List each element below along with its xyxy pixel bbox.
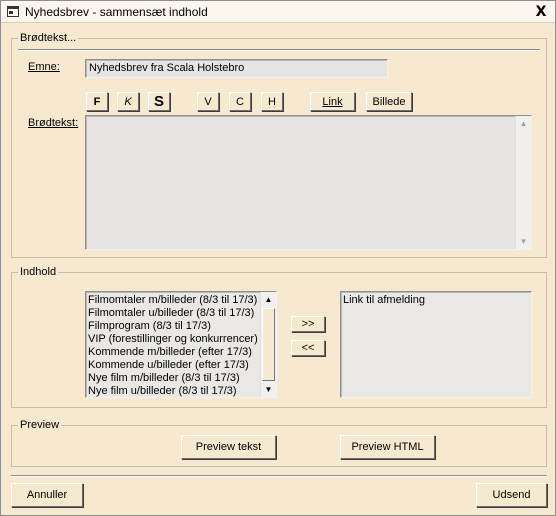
list-item[interactable]: Kommende m/billeder (efter 17/3) [86, 346, 276, 359]
window-icon [7, 6, 19, 17]
preview-text-button[interactable]: Preview tekst [181, 435, 276, 459]
available-list-scrollbar[interactable]: ▲ ▼ [260, 292, 276, 397]
list-scroll-thumb[interactable] [262, 308, 275, 381]
bold-button[interactable]: F [86, 92, 108, 111]
selected-list-items: Link til afmelding [341, 294, 531, 307]
send-label: Udsend [492, 489, 531, 501]
preview-text-label: Preview tekst [195, 441, 262, 453]
brodtekst-rule [18, 49, 540, 51]
list-item[interactable]: Kommende u/billeder (efter 17/3) [86, 359, 276, 372]
list-item[interactable]: Nye film m/billeder (8/3 til 17/3) [86, 372, 276, 385]
title-bar: Nyhedsbrev - sammensæt indhold X [1, 1, 555, 23]
preview-legend: Preview [20, 419, 60, 431]
body-label: Brødtekst: [28, 117, 79, 129]
emne-field[interactable]: Nyhedsbrev fra Scala Holstebro [85, 59, 388, 78]
footer-separator [11, 475, 547, 477]
preview-html-button[interactable]: Preview HTML [340, 435, 435, 459]
add-item-button[interactable]: >> [291, 316, 325, 332]
body-textarea[interactable]: ▲ ▼ [85, 115, 532, 250]
align-left-button[interactable]: V [197, 92, 219, 111]
window-title: Nyhedsbrev - sammensæt indhold [25, 5, 208, 19]
list-scroll-up-icon[interactable]: ▲ [261, 292, 276, 307]
close-button[interactable]: X [533, 4, 549, 20]
list-item[interactable]: Filmprogram (8/3 til 17/3) [86, 320, 276, 333]
image-button[interactable]: Billede [366, 92, 412, 111]
align-right-button[interactable]: H [261, 92, 283, 111]
available-list[interactable]: Filmomtaler m/billeder (8/3 til 17/3) Fil… [85, 291, 277, 398]
list-scroll-down-icon[interactable]: ▼ [261, 382, 276, 397]
italic-button[interactable]: K [117, 92, 139, 111]
list-item[interactable]: VIP (forestillinger og konkurrencer) [86, 333, 276, 346]
large-text-button[interactable]: S [148, 92, 170, 111]
brodtekst-legend: Brødtekst... [20, 32, 77, 44]
list-item[interactable]: Filmomtaler u/billeder (8/3 til 17/3) [86, 307, 276, 320]
list-item[interactable]: Link til afmelding [341, 294, 531, 307]
preview-group: Preview [11, 419, 547, 467]
selected-list[interactable]: Link til afmelding [340, 291, 532, 398]
send-button[interactable]: Udsend [476, 483, 547, 507]
link-button[interactable]: Link [310, 92, 355, 111]
emne-label: Emne: [28, 61, 60, 73]
cancel-label: Annuller [26, 489, 68, 501]
list-item[interactable]: Nye film u/billeder (8/3 til 17/3) [86, 385, 276, 397]
body-scrollbar[interactable]: ▲ ▼ [515, 116, 531, 249]
cancel-button[interactable]: Annuller [11, 483, 83, 507]
dialog-window: Nyhedsbrev - sammensæt indhold X Brødtek… [0, 0, 556, 516]
scroll-down-icon[interactable]: ▼ [516, 234, 531, 249]
align-center-button[interactable]: C [229, 92, 251, 111]
list-item[interactable]: Filmomtaler m/billeder (8/3 til 17/3) [86, 294, 276, 307]
remove-item-button[interactable]: << [291, 340, 325, 356]
indhold-legend: Indhold [20, 266, 57, 278]
preview-html-label: Preview HTML [351, 441, 424, 453]
scroll-up-icon[interactable]: ▲ [516, 116, 531, 131]
available-list-items: Filmomtaler m/billeder (8/3 til 17/3) Fil… [86, 294, 276, 397]
